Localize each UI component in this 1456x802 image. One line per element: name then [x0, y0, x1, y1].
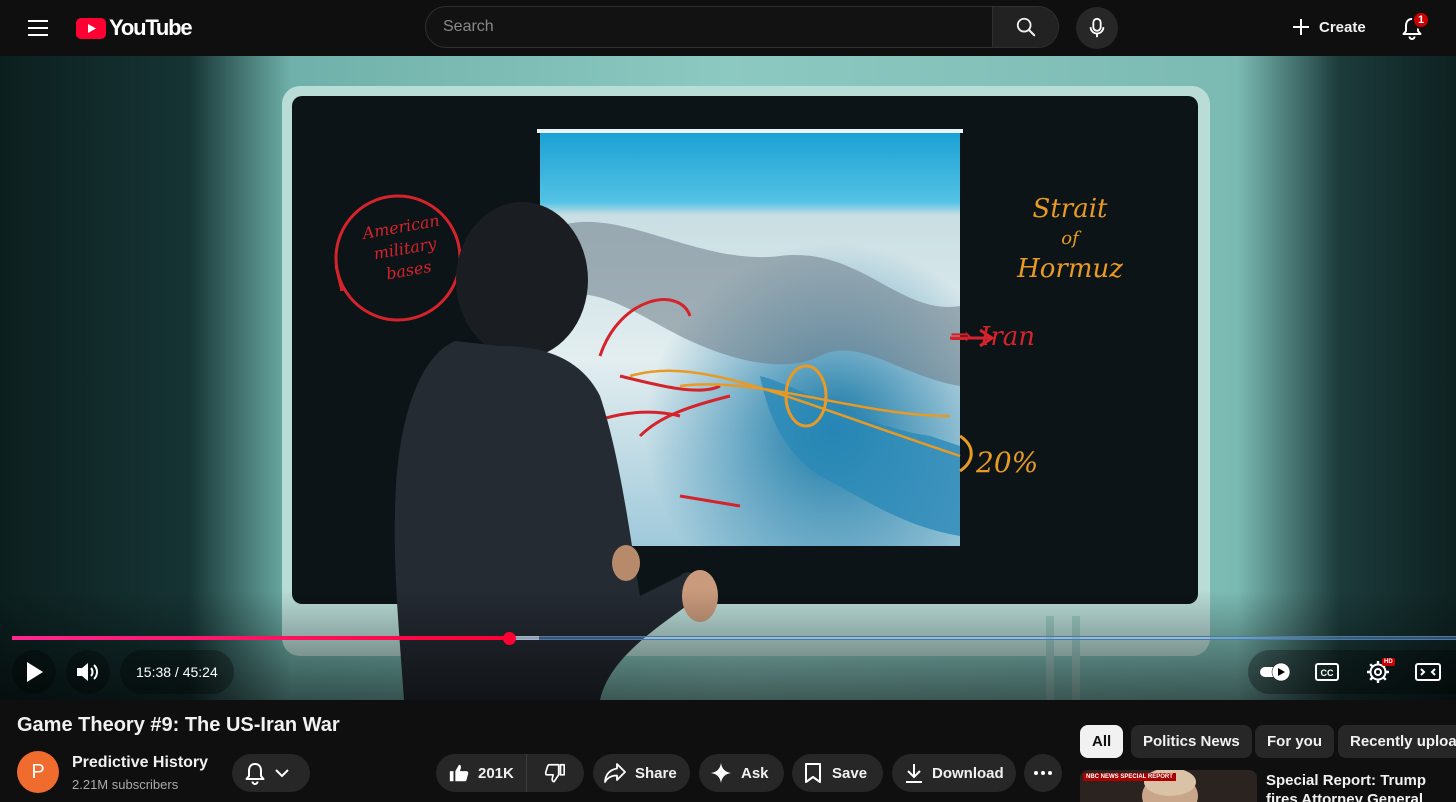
progress-played [12, 636, 510, 640]
whiteboard-note-line: Hormuz [1017, 254, 1123, 284]
thumbs-up-icon [449, 764, 469, 782]
top-bar: YouTube Create 1 [0, 0, 1456, 56]
video-title: Game Theory #9: The US-Iran War [17, 714, 340, 736]
thumbs-down-icon [545, 763, 566, 783]
logo-text: YouTube [109, 15, 193, 40]
ask-button[interactable]: Ask [699, 754, 784, 792]
time-display: 15:38 / 45:24 [120, 650, 234, 694]
channel-avatar[interactable]: P [17, 751, 59, 793]
chip-politics-news[interactable]: Politics News [1131, 725, 1252, 758]
menu-button[interactable] [18, 8, 58, 48]
dislike-button[interactable] [527, 754, 584, 792]
download-label: Download [932, 764, 1004, 782]
share-button[interactable]: Share [593, 754, 690, 792]
theater-mode-button[interactable] [1406, 650, 1450, 694]
subscriber-count: 2.21M subscribers [72, 777, 179, 792]
theater-mode-icon [1415, 663, 1441, 681]
chevron-down-icon [275, 769, 289, 778]
bookmark-icon [805, 763, 821, 783]
captions-button[interactable]: CC [1305, 650, 1349, 694]
recommendation-thumbnail[interactable]: NBC NEWS SPECIAL REPORT [1080, 770, 1257, 802]
bell-icon [245, 763, 265, 785]
thumbnail-label: NBC NEWS SPECIAL REPORT [1083, 773, 1176, 781]
sparkle-icon [711, 763, 731, 783]
svg-text:CC: CC [1321, 668, 1334, 678]
notification-count-badge: 1 [1412, 11, 1430, 29]
download-icon [906, 764, 922, 783]
save-button[interactable]: Save [792, 754, 883, 792]
microphone-icon [1089, 17, 1105, 38]
hd-badge: HD [1382, 658, 1395, 666]
progress-bar[interactable] [12, 632, 1456, 645]
whiteboard-note-line: of [1061, 228, 1079, 249]
autoplay-toggle-icon [1260, 662, 1291, 682]
whiteboard-note-strait: Strait of Hormuz [1000, 194, 1140, 284]
like-dislike-group: 201K [436, 754, 584, 792]
closed-captions-icon: CC [1315, 663, 1339, 681]
youtube-logo[interactable]: YouTube [76, 15, 193, 41]
save-label: Save [832, 764, 868, 782]
more-actions-button[interactable] [1024, 754, 1062, 792]
settings-button[interactable]: HD [1356, 650, 1400, 694]
more-horizontal-icon [1034, 771, 1052, 775]
share-label: Share [635, 764, 677, 782]
like-count: 201K [478, 764, 514, 782]
voice-search-button[interactable] [1076, 7, 1118, 49]
whiteboard-note-line: Strait [1032, 194, 1108, 224]
chip-recently-uploaded[interactable]: Recently uploaded [1338, 725, 1456, 758]
like-button[interactable]: 201K [436, 754, 527, 792]
volume-button[interactable] [66, 650, 110, 694]
search-box [425, 6, 1059, 48]
download-button[interactable]: Download [892, 754, 1016, 792]
recommendation-filter-chips: All Politics News For you Recently uploa… [1080, 725, 1456, 759]
create-button[interactable]: Create [1283, 9, 1380, 45]
search-input[interactable] [426, 7, 992, 47]
hamburger-icon [28, 20, 48, 36]
share-icon [604, 763, 626, 783]
search-icon [1016, 17, 1035, 37]
play-icon [27, 662, 43, 682]
play-button[interactable] [12, 650, 56, 694]
whiteboard-note-iran: ⇒ Iran [950, 322, 1035, 352]
create-label: Create [1319, 18, 1366, 36]
plus-icon [1293, 19, 1309, 35]
video-player[interactable]: American military bases Strait of Hormuz… [0, 56, 1456, 700]
ask-label: Ask [741, 764, 769, 782]
notifications-button[interactable]: 1 [1392, 8, 1432, 48]
volume-icon [77, 663, 98, 681]
right-controls: CC HD [1248, 650, 1456, 694]
youtube-logo-icon [76, 17, 106, 39]
whiteboard-note-percent: 20% [976, 446, 1039, 479]
channel-name[interactable]: Predictive History [72, 754, 208, 772]
chip-for-you[interactable]: For you [1255, 725, 1334, 758]
autoplay-toggle[interactable] [1254, 650, 1298, 694]
search-button[interactable] [992, 7, 1058, 47]
subscription-notifications-button[interactable] [232, 754, 310, 792]
chip-all[interactable]: All [1080, 725, 1124, 758]
recommendation-title[interactable]: Special Report: Trump fires Attorney Gen… [1266, 771, 1456, 802]
